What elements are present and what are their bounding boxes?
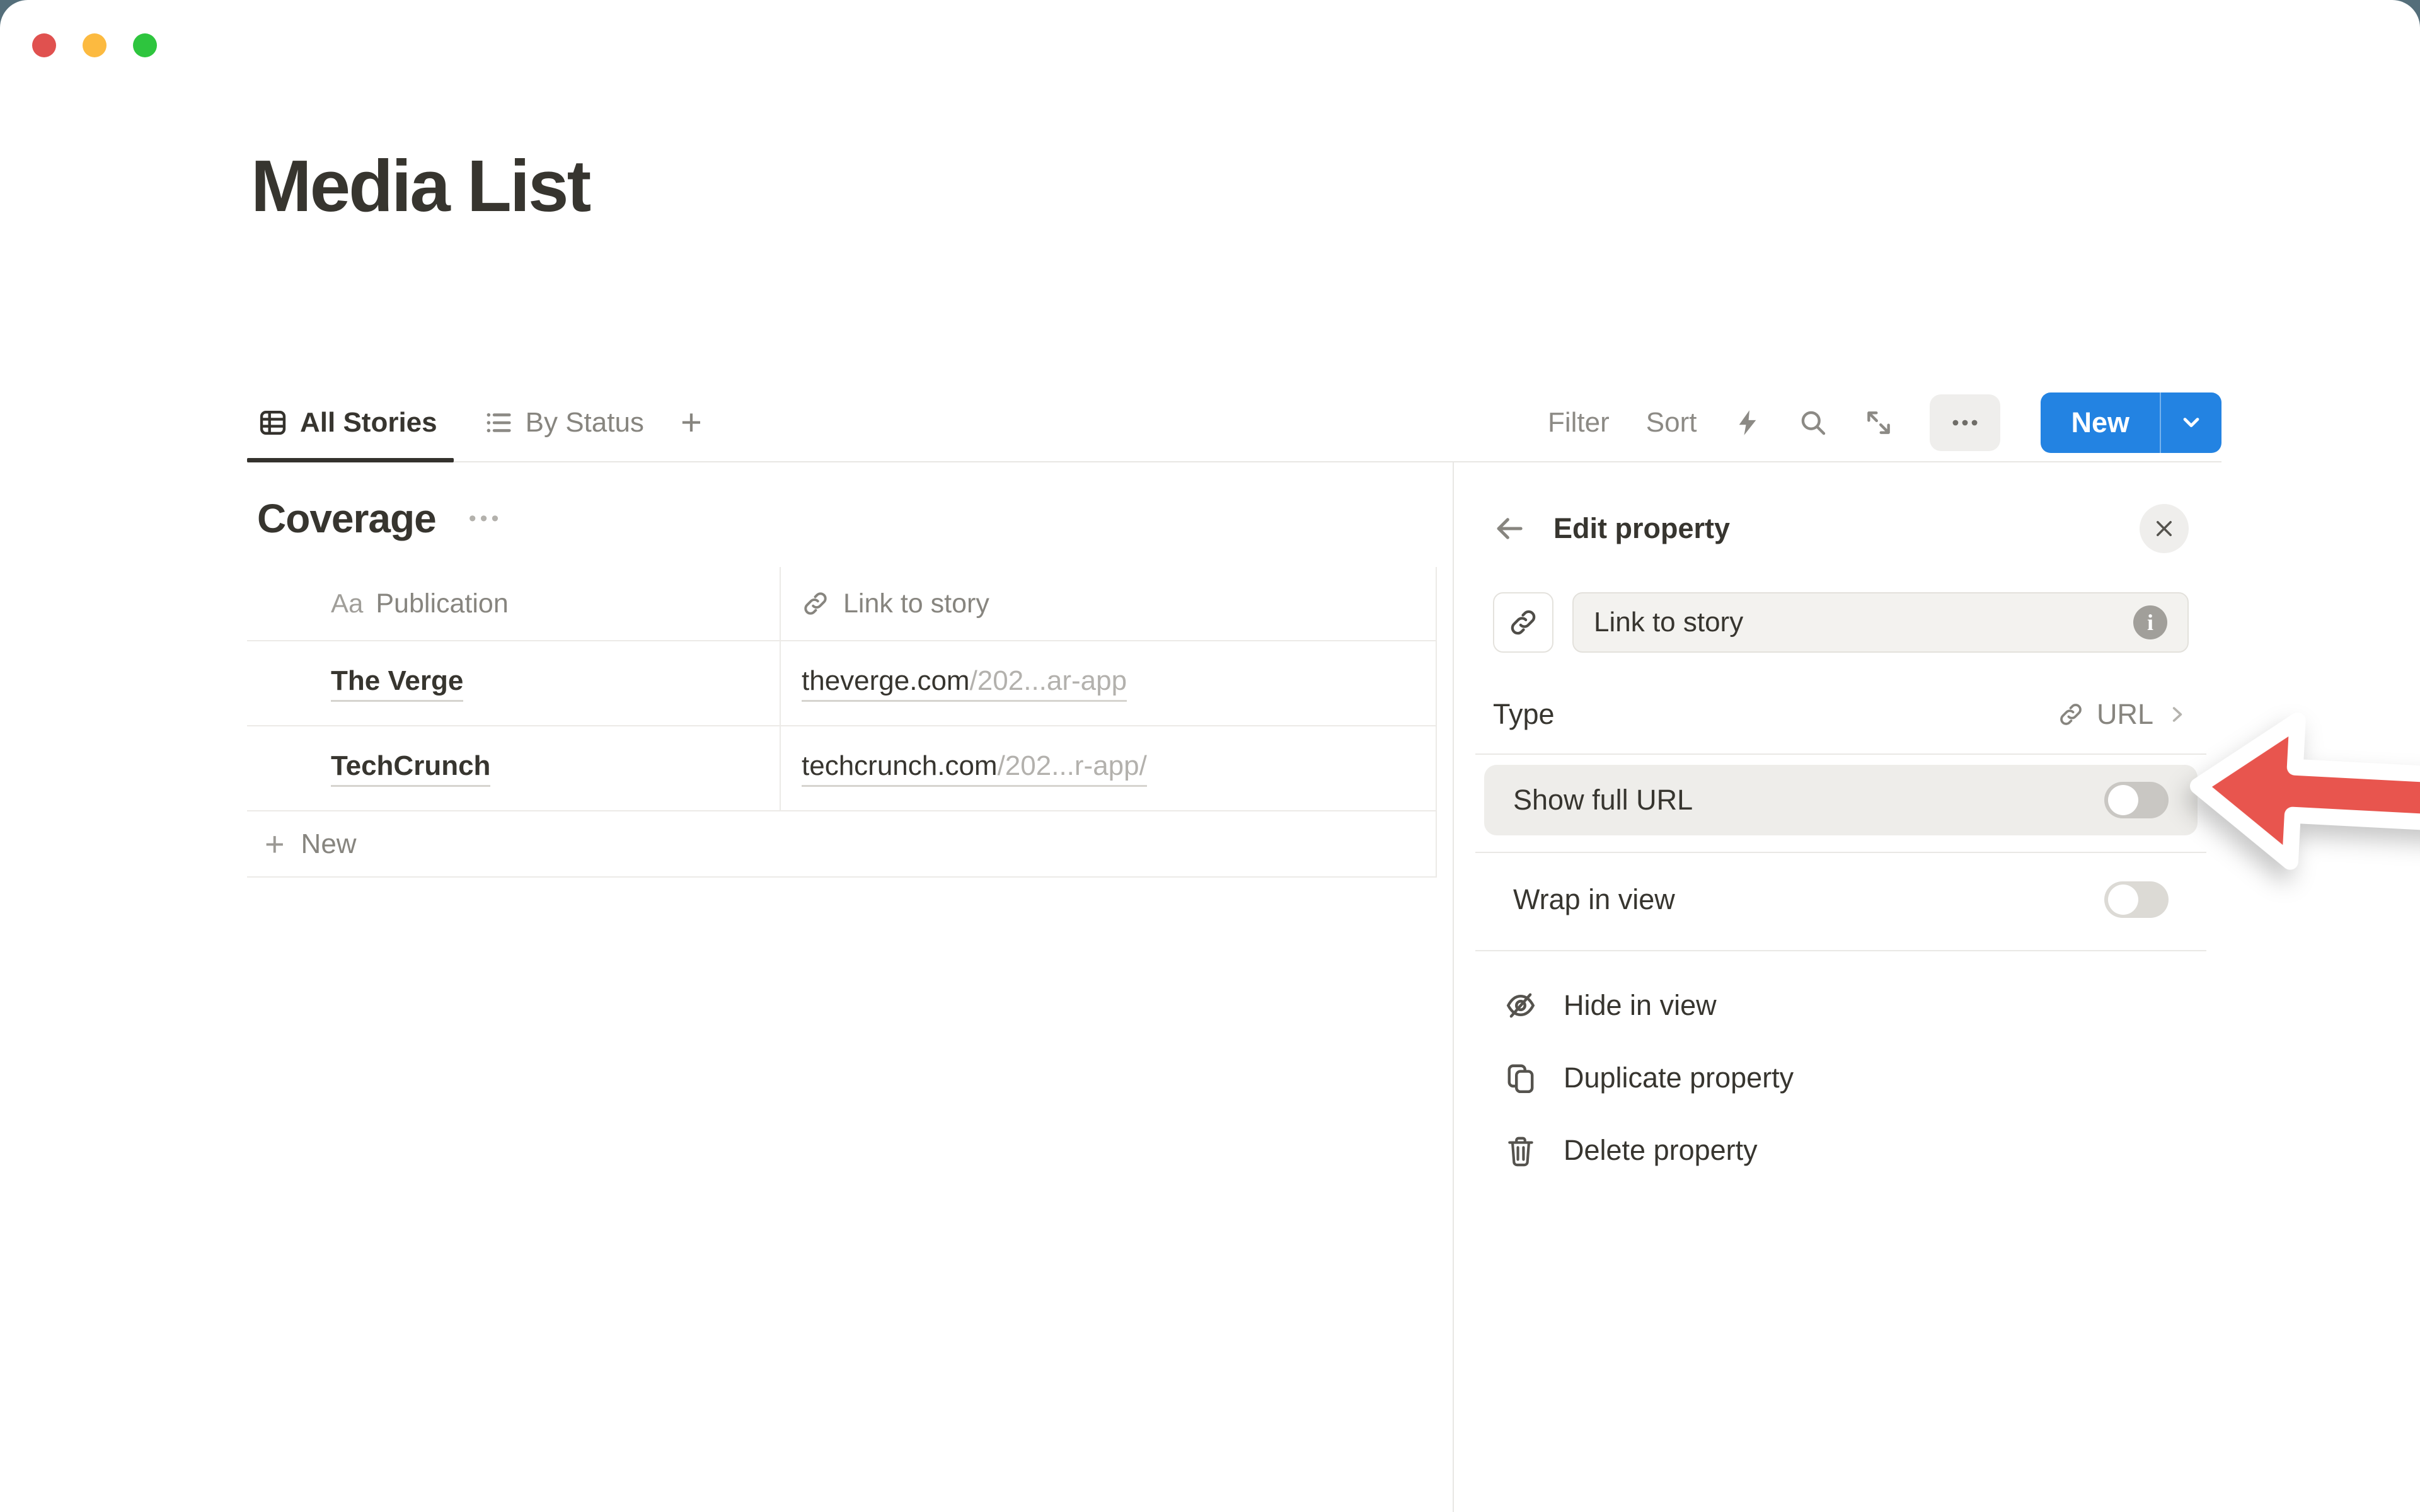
close-icon [2153, 518, 2175, 539]
toggle-knob [2108, 785, 2138, 815]
column-header-publication[interactable]: Aa Publication [247, 588, 780, 619]
automation-bolt-icon[interactable] [1733, 408, 1762, 437]
red-arrow-annotation [2184, 702, 2420, 886]
column-label: Publication [376, 588, 508, 619]
wrap-in-view-toggle[interactable] [2104, 881, 2169, 918]
close-panel-button[interactable] [2140, 504, 2189, 553]
menu-item-label: Duplicate property [1564, 1062, 1794, 1094]
chevron-right-icon [2166, 703, 2189, 726]
group-more-button[interactable]: ••• [469, 507, 503, 531]
link-icon [2058, 701, 2084, 728]
type-row[interactable]: Type URL [1493, 688, 2189, 741]
minimize-window-button[interactable] [83, 33, 107, 57]
close-window-button[interactable] [32, 33, 56, 57]
menu-item-hide-in-view[interactable]: Hide in view [1493, 969, 2189, 1041]
show-full-url-row[interactable]: Show full URL [1484, 765, 2198, 835]
link-icon [1508, 607, 1538, 638]
text-property-icon: Aa [331, 588, 363, 619]
tab-by-status[interactable]: By Status [484, 384, 644, 461]
sort-button[interactable]: Sort [1646, 407, 1697, 438]
window-controls [32, 33, 157, 57]
table-row[interactable]: The Verge theverge.com/202...ar-app [247, 641, 1437, 726]
new-button-label[interactable]: New [2041, 406, 2160, 439]
cell-link[interactable]: techcrunch.com/202...r-app/ [780, 750, 1437, 787]
table-header-row: Aa Publication Link to story [247, 567, 1437, 641]
view-toolbar: All Stories By Status + Filter Sort [247, 384, 2221, 462]
menu-item-label: Hide in view [1564, 989, 1717, 1022]
tab-label: All Stories [300, 407, 437, 438]
list-view-icon [484, 408, 513, 437]
page-link[interactable]: TechCrunch [331, 750, 490, 787]
plus-icon: + [265, 827, 285, 861]
property-name-input[interactable] [1594, 607, 2133, 638]
chevron-down-icon [2179, 410, 2204, 435]
cell-link[interactable]: theverge.com/202...ar-app [780, 665, 1437, 702]
page-link[interactable]: The Verge [331, 665, 463, 702]
wrap-in-view-label: Wrap in view [1513, 883, 1675, 916]
add-row-label: New [301, 828, 357, 860]
page-title: Media List [251, 144, 589, 228]
group-title: Coverage [257, 495, 436, 542]
trash-icon [1504, 1134, 1537, 1167]
menu-item-duplicate-property[interactable]: Duplicate property [1493, 1041, 2189, 1114]
duplicate-icon [1504, 1062, 1537, 1094]
wrap-in-view-row[interactable]: Wrap in view [1484, 864, 2198, 935]
table-row[interactable]: TechCrunch techcrunch.com/202...r-app/ [247, 726, 1437, 811]
toggle-knob [2108, 885, 2138, 915]
url-link[interactable]: techcrunch.com/202...r-app/ [802, 750, 1147, 787]
divider [1475, 753, 2206, 755]
tab-label: By Status [526, 407, 644, 438]
type-label: Type [1493, 698, 1555, 731]
property-name-field[interactable]: i [1572, 592, 2189, 653]
cell-publication[interactable]: The Verge [247, 665, 780, 702]
new-button[interactable]: New [2041, 392, 2221, 453]
property-type-icon-button[interactable] [1493, 592, 1553, 653]
database-table: Aa Publication Link to story The Verge [247, 567, 1437, 878]
expand-icon[interactable] [1864, 408, 1893, 437]
panel-title: Edit property [1553, 512, 1730, 545]
divider [1475, 852, 2206, 853]
new-button-dropdown[interactable] [2161, 410, 2221, 435]
column-label: Link to story [843, 588, 989, 619]
column-header-link[interactable]: Link to story [780, 588, 1437, 619]
table-view-icon [258, 408, 287, 437]
edit-property-panel: Edit property i [1453, 462, 2420, 1512]
table-right-edge [1436, 567, 1437, 878]
search-icon[interactable] [1799, 408, 1828, 437]
add-row-button[interactable]: + New [247, 811, 1437, 878]
filter-button[interactable]: Filter [1548, 407, 1610, 438]
more-options-button[interactable] [1930, 394, 2000, 451]
back-button[interactable] [1493, 512, 1526, 545]
info-icon[interactable]: i [2133, 605, 2167, 639]
arrow-left-sticker [2184, 702, 2420, 886]
show-full-url-toggle[interactable] [2104, 782, 2169, 818]
menu-item-label: Delete property [1564, 1134, 1758, 1167]
eye-off-icon [1504, 989, 1537, 1022]
show-full-url-label: Show full URL [1513, 784, 1693, 816]
table-view: Coverage ••• Aa Publication [247, 462, 1437, 878]
column-divider [780, 567, 781, 811]
zoom-window-button[interactable] [133, 33, 157, 57]
link-icon [802, 590, 829, 617]
arrow-left-icon [1493, 512, 1526, 545]
cell-publication[interactable]: TechCrunch [247, 750, 780, 787]
menu-item-delete-property[interactable]: Delete property [1493, 1114, 2189, 1186]
divider [1475, 950, 2206, 951]
ellipsis-icon [1949, 406, 1981, 439]
url-link[interactable]: theverge.com/202...ar-app [802, 665, 1127, 702]
add-view-button[interactable]: + [681, 404, 702, 441]
app-window: Media List All Stories [0, 0, 2420, 1512]
type-value: URL [2097, 698, 2153, 731]
tab-all-stories[interactable]: All Stories [247, 384, 454, 461]
